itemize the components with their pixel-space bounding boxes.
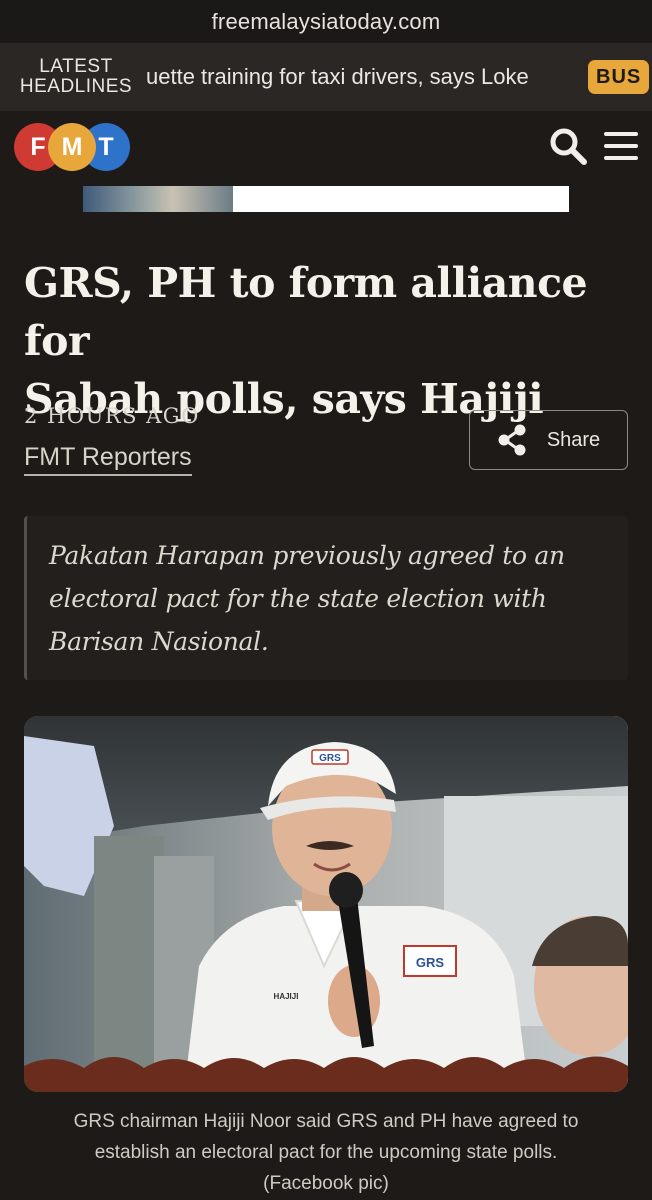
share-button[interactable]: Share [469, 410, 628, 470]
ad-thumbnail [83, 186, 233, 212]
hamburger-menu-icon[interactable] [604, 132, 638, 162]
url-text: freemalaysiatoday.com [211, 8, 441, 34]
ticker-label: LATEST HEADLINES [0, 57, 140, 97]
caption-line2: establish an electoral pact for the upco… [94, 1142, 558, 1163]
cap-badge-text: GRS [319, 753, 341, 764]
photo-caption: GRS chairman Hajiji Noor said GRS and PH… [24, 1106, 628, 1199]
caption-line3: (Facebook pic) [263, 1173, 389, 1194]
share-icon [498, 424, 526, 456]
search-icon[interactable] [548, 126, 588, 166]
ticker-headline-link[interactable]: uette training for taxi drivers, says Lo… [140, 64, 588, 90]
shirt-badge-text: GRS [416, 955, 445, 970]
browser-url-bar[interactable]: freemalaysiatoday.com [0, 0, 652, 43]
headline-line1: GRS, PH to form alliance for [24, 259, 588, 365]
share-label: Share [546, 428, 601, 451]
fmt-logo[interactable]: F M T [14, 123, 132, 171]
article-timestamp: 2 HOURS AGO [24, 404, 200, 428]
ticker-label-line2: HEADLINES [19, 76, 133, 97]
caption-line1: GRS chairman Hajiji Noor said GRS and PH… [73, 1111, 579, 1132]
article-photo[interactable]: GRS GRS HAJIJI [24, 716, 628, 1092]
article-summary: Pakatan Harapan previously agreed to an … [24, 516, 628, 680]
logo-letter-m: M [48, 123, 96, 171]
name-tag-text: HAJIJI [274, 992, 299, 1001]
article-headline: GRS, PH to form alliance for Sabah polls… [24, 254, 632, 428]
ticker-label-line1: LATEST [39, 56, 113, 77]
summary-line2: electoral pact for the state election wi… [49, 584, 547, 613]
latest-headlines-ticker: LATEST HEADLINES uette training for taxi… [0, 43, 652, 111]
advertisement-banner[interactable] [83, 186, 569, 212]
ticker-category-badge[interactable]: BUS [588, 60, 650, 94]
author-link[interactable]: FMT Reporters [24, 443, 192, 476]
summary-line3: Barisan Nasional. [49, 627, 269, 656]
summary-line1: Pakatan Harapan previously agreed to an [49, 541, 565, 570]
